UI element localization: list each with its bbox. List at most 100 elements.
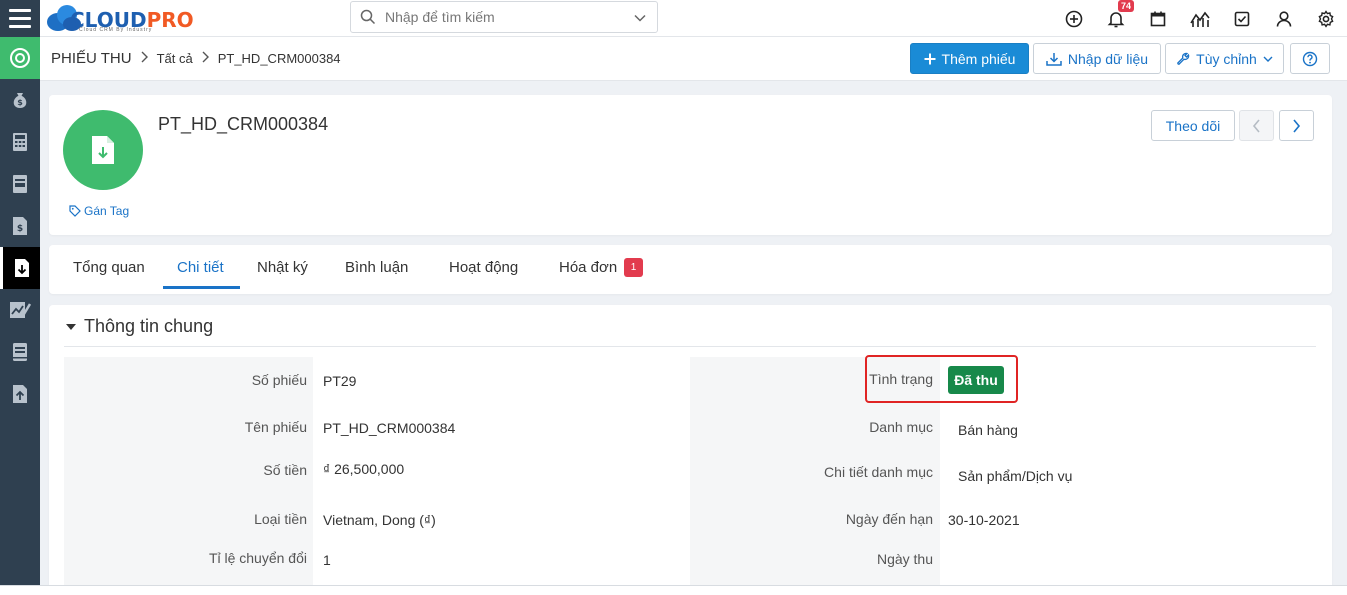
breadcrumb-record: PT_HD_CRM000384: [217, 51, 341, 66]
chevron-down-icon[interactable]: [633, 11, 647, 28]
svg-text:$: $: [17, 98, 23, 107]
field-value-due-date: 30-10-2021: [948, 512, 1020, 528]
add-receipt-label: Thêm phiếu: [941, 50, 1016, 67]
menu-bar-icon: [9, 17, 31, 20]
bottom-scroll-strip: [0, 585, 1347, 595]
chevron-right-icon: [140, 51, 149, 66]
field-value-receipt-no: PT29: [323, 373, 357, 389]
chevron-left-icon: [1252, 118, 1260, 133]
assign-tag-label: Gán Tag: [84, 204, 130, 218]
record-summary-card: PT_HD_CRM000384 Gán Tag Theo dõi: [49, 95, 1332, 235]
field-value-currency: Vietnam, Dong (₫): [323, 512, 436, 528]
search-icon: [351, 9, 385, 25]
record-title: PT_HD_CRM000384: [158, 114, 329, 134]
follow-button[interactable]: Theo dõi: [1151, 110, 1235, 141]
menu-bar-icon: [9, 9, 31, 12]
field-label-status: Tình trạng: [869, 371, 933, 387]
active-tab-indicator: [163, 286, 240, 289]
sidebar-item-finance[interactable]: $: [0, 79, 40, 121]
gear-icon[interactable]: [1305, 0, 1347, 37]
menu-bar-icon: [9, 25, 31, 28]
breadcrumb: PHIẾU THU Tất cả PT_HD_CRM000384: [51, 50, 341, 67]
bell-icon[interactable]: 74: [1095, 0, 1137, 37]
sidebar-item-calculator[interactable]: [0, 121, 40, 163]
svg-text:$: $: [17, 224, 23, 234]
field-value-category-detail: Sản phẩm/Dịch vụ: [958, 468, 1073, 484]
module-title[interactable]: PHIẾU THU: [51, 50, 132, 67]
chart-edit-icon: [10, 302, 31, 318]
general-info-section: Thông tin chung Số phiếu PT29 Tên phiếu …: [49, 305, 1332, 595]
import-data-button[interactable]: Nhập dữ liệu: [1033, 43, 1161, 74]
chart-icon[interactable]: [1179, 0, 1221, 37]
top-icon-bar: 74: [1053, 0, 1347, 37]
record-avatar: [63, 110, 143, 190]
tab-log[interactable]: Nhật ký: [257, 259, 308, 276]
tab-overview[interactable]: Tổng quan: [73, 259, 145, 276]
sidebar: $ $: [0, 37, 40, 595]
download-tray-icon: [1046, 52, 1062, 66]
sidebar-item-documents[interactable]: [0, 163, 40, 205]
add-circle-icon[interactable]: [1053, 0, 1095, 37]
checkbox-icon[interactable]: [1221, 0, 1263, 37]
notification-badge: 74: [1118, 0, 1135, 12]
add-receipt-button[interactable]: Thêm phiếu: [910, 43, 1029, 74]
record-tabs: Tổng quan Chi tiết Nhật ký Bình luận Hoạ…: [49, 245, 1332, 294]
sidebar-item-invoice[interactable]: $: [0, 205, 40, 247]
document-icon: [13, 175, 27, 193]
status-badge: Đã thu: [948, 366, 1004, 394]
tag-icon: [69, 205, 81, 217]
help-icon: [1302, 51, 1318, 66]
calculator-icon: [13, 133, 27, 151]
field-label-amount: Số tiền: [263, 462, 307, 478]
section-header[interactable]: Thông tin chung: [66, 316, 213, 337]
wrench-icon: [1177, 52, 1190, 65]
module-header: PHIẾU THU Tất cả PT_HD_CRM000384 Thêm ph…: [40, 37, 1347, 81]
field-value-receipt-name: PT_HD_CRM000384: [323, 420, 456, 436]
help-button[interactable]: [1290, 43, 1330, 74]
sidebar-item-payments[interactable]: [0, 373, 40, 415]
chevron-right-icon: [201, 51, 210, 66]
invoice-icon: $: [13, 217, 27, 235]
breadcrumb-all[interactable]: Tất cả: [157, 51, 193, 66]
caret-down-icon: [66, 323, 76, 330]
search-input[interactable]: [385, 9, 625, 25]
money-bag-icon: $: [13, 93, 27, 108]
app-logo[interactable]: CLOUDPRO Cloud CRM By Industry: [44, 2, 194, 34]
tab-invoices[interactable]: Hóa đơn: [559, 259, 617, 276]
sidebar-item-dashboard[interactable]: [0, 37, 40, 79]
target-icon: [10, 48, 30, 68]
section-divider: [64, 346, 1316, 347]
invoice-count-badge: 1: [624, 258, 643, 277]
prev-record-button[interactable]: [1239, 110, 1274, 141]
sidebar-item-reports[interactable]: [0, 289, 40, 331]
global-search[interactable]: [350, 1, 658, 33]
field-label-conversion-rate: Tỉ lệ chuyển đổi: [208, 550, 307, 566]
field-label-receipt-no: Số phiếu: [251, 372, 307, 388]
chevron-down-icon: [1263, 56, 1273, 62]
user-icon[interactable]: [1263, 0, 1305, 37]
calendar-icon[interactable]: [1137, 0, 1179, 37]
book-icon: [13, 343, 27, 361]
top-bar: CLOUDPRO Cloud CRM By Industry 74: [0, 0, 1347, 37]
tab-comments[interactable]: Bình luận: [345, 259, 408, 276]
customize-label: Tùy chỉnh: [1196, 50, 1257, 67]
assign-tag-link[interactable]: Gán Tag: [69, 204, 129, 218]
field-value-category: Bán hàng: [958, 422, 1018, 438]
field-label-receipt-name: Tên phiếu: [244, 419, 307, 435]
section-title: Thông tin chung: [84, 316, 214, 336]
field-label-paid-date: Ngày thu: [876, 551, 933, 567]
customize-dropdown[interactable]: Tùy chỉnh: [1165, 43, 1284, 74]
tab-details[interactable]: Chi tiết: [177, 259, 224, 276]
import-data-label: Nhập dữ liệu: [1067, 50, 1149, 67]
plus-icon: [924, 53, 936, 64]
upload-icon: [13, 385, 27, 403]
menu-toggle-button[interactable]: [0, 0, 40, 37]
receipt-download-icon: [92, 136, 114, 164]
logo-tagline: Cloud CRM By Industry: [79, 27, 153, 33]
tab-activities[interactable]: Hoạt động: [449, 259, 518, 276]
field-value-conversion-rate: 1: [323, 552, 331, 568]
field-label-due-date: Ngày đến hạn: [845, 511, 933, 527]
next-record-button[interactable]: [1279, 110, 1314, 141]
sidebar-item-book[interactable]: [0, 331, 40, 373]
sidebar-item-receipts[interactable]: [0, 247, 40, 289]
